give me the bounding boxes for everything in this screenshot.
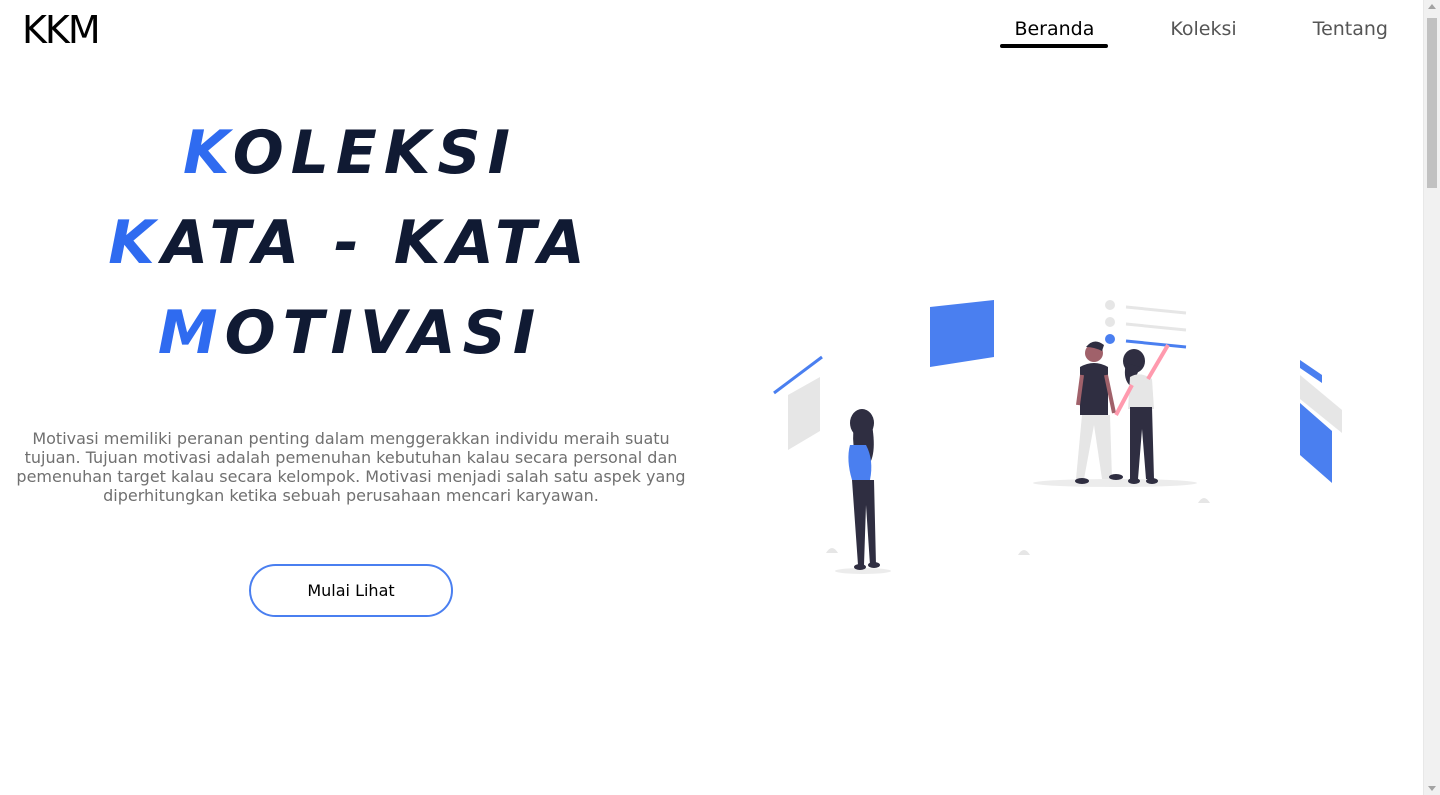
people-with-checklist-illustration — [773, 300, 1342, 574]
hero-title-rest: OLEKSI — [232, 118, 517, 188]
nav-item-tentang[interactable]: Tentang — [1299, 0, 1402, 46]
site-logo[interactable]: KKM — [22, 8, 101, 52]
page-scrollbar[interactable] — [1423, 0, 1440, 795]
scroll-down-icon[interactable] — [1428, 786, 1436, 791]
start-viewing-button[interactable]: Mulai Lihat — [249, 564, 453, 617]
hero-description: Motivasi memiliki peranan penting dalam … — [16, 429, 686, 505]
scroll-thumb[interactable] — [1427, 18, 1437, 188]
hero-title-line-2: KATA - KATA — [0, 198, 700, 288]
hero-title-rest: ATA - KATA — [161, 208, 592, 278]
hero-title-line-1: KOLEKSI — [0, 108, 700, 198]
scroll-up-icon[interactable] — [1428, 4, 1436, 9]
hero-title-initial: M — [157, 298, 225, 368]
hero-title-initial: K — [183, 118, 233, 188]
nav-item-beranda[interactable]: Beranda — [1000, 0, 1109, 48]
hero-title-initial: K — [108, 208, 162, 278]
hero-title-line-3: MOTIVASI — [0, 288, 700, 378]
nav-item-koleksi[interactable]: Koleksi — [1156, 0, 1250, 46]
hero-title: KOLEKSI KATA - KATA MOTIVASI — [0, 108, 700, 378]
main-nav: Beranda Koleksi Tentang — [952, 0, 1402, 60]
hero-title-rest: OTIVASI — [224, 298, 543, 368]
